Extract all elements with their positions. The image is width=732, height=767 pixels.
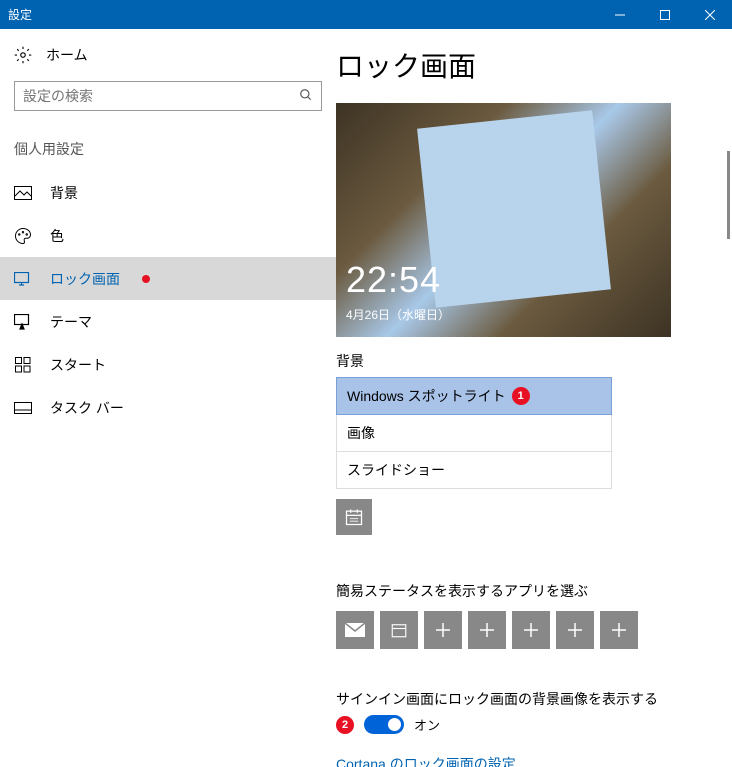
toggle-thumb	[388, 718, 401, 731]
sidebar-item-label: 背景	[50, 183, 78, 203]
sidebar-item-colors[interactable]: 色	[0, 214, 336, 257]
plus-icon	[567, 622, 583, 638]
app-tile-mail[interactable]	[336, 611, 374, 649]
sidebar-item-label: テーマ	[50, 312, 92, 332]
palette-icon	[14, 227, 32, 245]
plus-icon	[435, 622, 451, 638]
search-icon	[299, 88, 313, 105]
preview-time: 22:54	[346, 259, 441, 301]
window-title: 設定	[0, 6, 597, 23]
background-dropdown[interactable]: Windows スポットライト 1 画像 スライドショー	[336, 377, 612, 489]
signin-bg-label: サインイン画面にロック画面の背景画像を表示する	[336, 689, 706, 709]
titlebar: 設定	[0, 0, 732, 29]
dropdown-option-slideshow[interactable]: スライドショー	[336, 452, 612, 489]
lock-screen-preview: 22:54 4月26日（水曜日）	[336, 103, 671, 337]
brush-icon	[14, 313, 32, 331]
preview-date: 4月26日（水曜日）	[346, 306, 450, 323]
sidebar-item-themes[interactable]: テーマ	[0, 300, 336, 343]
page-title: ロック画面	[336, 45, 706, 85]
plus-icon	[611, 622, 627, 638]
sidebar: ホーム 個人用設定 背景 色 ロック画面 テーマ スタート	[0, 29, 336, 767]
start-icon	[14, 356, 32, 374]
sidebar-item-label: スタート	[50, 355, 106, 375]
monitor-icon	[14, 270, 32, 288]
sidebar-item-label: 色	[50, 226, 64, 246]
quick-status-apps	[336, 611, 706, 649]
signin-bg-toggle[interactable]	[364, 715, 404, 734]
dropdown-option-label: 画像	[347, 425, 375, 441]
search-input[interactable]	[23, 88, 299, 104]
toggle-state-label: オン	[414, 715, 440, 734]
cortana-link[interactable]: Cortana のロック画面の設定	[336, 754, 706, 767]
gear-icon	[14, 46, 32, 64]
dropdown-option-label: スライドショー	[347, 462, 445, 478]
annotation-badge-1: 1	[512, 387, 530, 405]
sidebar-item-lock-screen[interactable]: ロック画面	[0, 257, 336, 300]
sidebar-section-header: 個人用設定	[0, 125, 336, 171]
quick-status-label: 簡易ステータスを表示するアプリを選ぶ	[336, 581, 706, 601]
preview-image-sky	[417, 110, 611, 307]
close-button[interactable]	[687, 0, 732, 29]
taskbar-icon	[14, 399, 32, 417]
scrollbar[interactable]	[727, 151, 730, 239]
sidebar-item-start[interactable]: スタート	[0, 343, 336, 386]
signin-bg-toggle-row: 2 オン	[336, 715, 706, 734]
main-content: ロック画面 22:54 4月26日（水曜日） 背景 Windows スポットライ…	[336, 29, 732, 767]
dropdown-option-spotlight[interactable]: Windows スポットライト 1	[336, 377, 612, 415]
maximize-button[interactable]	[642, 0, 687, 29]
dropdown-option-label: Windows スポットライト	[347, 386, 506, 406]
calendar-icon	[390, 621, 408, 639]
calendar-icon	[344, 507, 364, 527]
app-tile-add-3[interactable]	[512, 611, 550, 649]
minimize-button[interactable]	[597, 0, 642, 29]
annotation-badge-2: 2	[336, 716, 354, 734]
plus-icon	[479, 622, 495, 638]
detailed-status-app-tile[interactable]	[336, 499, 372, 535]
sidebar-item-label: ロック画面	[50, 269, 120, 289]
sidebar-item-background[interactable]: 背景	[0, 171, 336, 214]
app-tile-add-5[interactable]	[600, 611, 638, 649]
picture-icon	[14, 184, 32, 202]
mail-icon	[345, 623, 365, 637]
home-nav[interactable]: ホーム	[0, 29, 336, 81]
home-label: ホーム	[46, 45, 88, 65]
sidebar-item-label: タスク バー	[50, 398, 124, 418]
background-label: 背景	[336, 351, 706, 371]
search-box[interactable]	[14, 81, 322, 111]
window-controls	[597, 0, 732, 29]
app-tile-add-4[interactable]	[556, 611, 594, 649]
app-tile-calendar[interactable]	[380, 611, 418, 649]
app-tile-add-2[interactable]	[468, 611, 506, 649]
sidebar-item-taskbar[interactable]: タスク バー	[0, 386, 336, 429]
app-tile-add-1[interactable]	[424, 611, 462, 649]
notification-dot-icon	[142, 275, 150, 283]
dropdown-option-picture[interactable]: 画像	[336, 415, 612, 452]
plus-icon	[523, 622, 539, 638]
